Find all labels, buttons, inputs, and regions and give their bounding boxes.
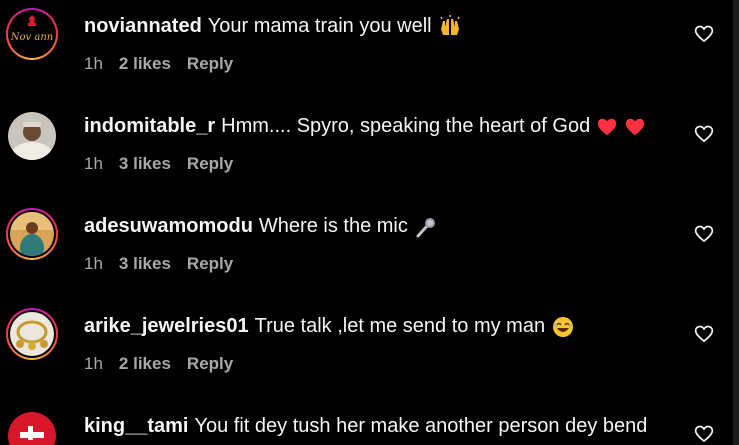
scrollbar[interactable] <box>733 0 739 445</box>
avatar <box>8 412 56 445</box>
red-heart-icon <box>626 118 645 135</box>
timestamp: 1h <box>84 254 103 273</box>
comment-text: Your mama train you well <box>207 15 432 37</box>
comment-text: You fit dey tush her make another person… <box>194 415 648 437</box>
heart-icon[interactable] <box>694 24 714 44</box>
red-heart-icon <box>598 118 617 135</box>
username[interactable]: king__tami <box>84 415 188 437</box>
reply-button[interactable]: Reply <box>187 154 233 173</box>
comment-meta: 1h 3 likes Reply <box>84 153 249 175</box>
heart-icon[interactable] <box>694 424 714 444</box>
avatar <box>10 212 54 256</box>
comment-item: adesuwamomodu Where is the mic 1h 3 likes R… <box>0 200 733 300</box>
comment-text-line: king__tami You fit dey tush her make anot… <box>84 414 647 438</box>
comment-text-line: arike_jewelries01 True talk ,let me send … <box>84 314 575 339</box>
timestamp: 1h <box>84 354 103 373</box>
avatar: Nov ann <box>10 12 54 56</box>
reply-button[interactable]: Reply <box>187 54 233 73</box>
comment-item: arike_jewelries01 True talk ,let me send … <box>0 300 733 400</box>
comment-text-line: indomitable_r Hmm.... Spyro, speaking the… <box>84 114 646 138</box>
comment-text-line: noviannated Your mama train you well <box>84 14 462 39</box>
avatar <box>8 112 56 160</box>
avatar-story-ring[interactable] <box>6 208 58 260</box>
likes-count[interactable]: 3 likes <box>119 154 171 173</box>
comment-item: indomitable_r Hmm.... Spyro, speaking the… <box>0 100 733 200</box>
username[interactable]: indomitable_r <box>84 115 215 137</box>
timestamp: 1h <box>84 154 103 173</box>
timestamp: 1h <box>84 54 103 73</box>
avatar-story-ring[interactable] <box>6 308 58 360</box>
avatar <box>10 312 54 356</box>
laughing-face-icon <box>553 316 574 337</box>
reply-button[interactable]: Reply <box>187 354 233 373</box>
heart-icon[interactable] <box>694 324 714 344</box>
comment-text: Hmm.... Spyro, speaking the heart of God <box>221 115 591 137</box>
comment-meta: 1h 3 likes Reply <box>84 253 249 275</box>
comment-meta: 1h 2 likes Reply <box>84 53 249 75</box>
comment-meta: 1h 2 likes Reply <box>84 353 249 375</box>
avatar-wrapper[interactable] <box>6 110 58 162</box>
comment-text-line: adesuwamomodu Where is the mic <box>84 214 438 239</box>
heart-icon[interactable] <box>694 124 714 144</box>
comment-item: Nov ann noviannated Your mama train you w… <box>0 0 733 100</box>
username[interactable]: arike_jewelries01 <box>84 315 249 337</box>
reply-button[interactable]: Reply <box>187 254 233 273</box>
raised-hands-icon <box>439 14 460 35</box>
likes-count[interactable]: 3 likes <box>119 254 171 273</box>
username[interactable]: noviannated <box>84 15 202 37</box>
comment-text: True talk ,let me send to my man <box>254 315 546 337</box>
comment-item: king__tami You fit dey tush her make anot… <box>0 400 733 445</box>
likes-count[interactable]: 2 likes <box>119 54 171 73</box>
heart-icon[interactable] <box>694 224 714 244</box>
avatar-story-ring[interactable]: Nov ann <box>6 8 58 60</box>
likes-count[interactable]: 2 likes <box>119 354 171 373</box>
avatar-wrapper[interactable] <box>6 410 58 445</box>
comment-text: Where is the mic <box>258 215 408 237</box>
username[interactable]: adesuwamomodu <box>84 215 253 237</box>
microphone-icon <box>416 217 435 238</box>
avatar-logo-text: Nov ann <box>10 32 53 43</box>
